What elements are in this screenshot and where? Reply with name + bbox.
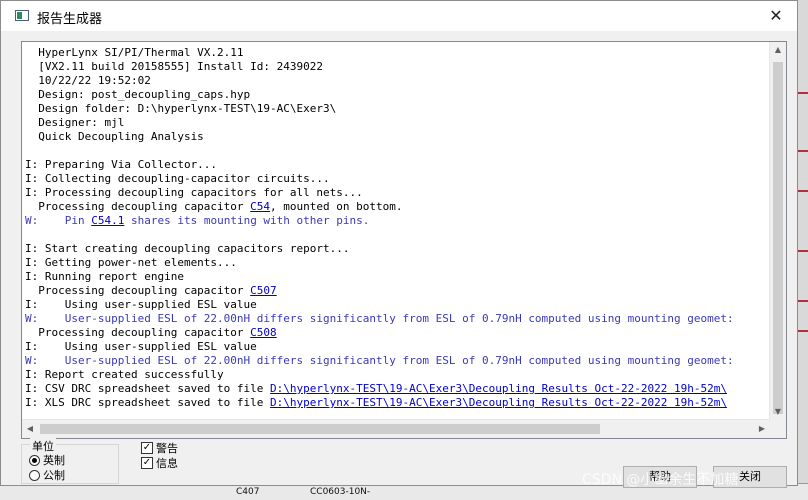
log-line: 10/22/22 19:52:02 [25, 74, 151, 87]
units-group: 单位 英制 公制 [21, 438, 119, 484]
log-line: I: Processing decoupling capacitors for … [25, 186, 363, 199]
log-line: Design: post_decoupling_caps.hyp [25, 88, 251, 101]
log-line: HyperLynx SI/PI/Thermal VX.2.11 [25, 46, 244, 59]
vertical-scroll-thumb[interactable] [773, 62, 783, 414]
radio-unselected-icon [29, 469, 40, 481]
vertical-scrollbar[interactable]: ▲ ▼ [769, 42, 786, 420]
log-line: I: Report created successfully [25, 368, 224, 381]
log-line-text: shares its mounting with other pins. [124, 214, 370, 227]
log-line: I: Using user-supplied ESL value [25, 298, 257, 311]
log-line: I: Collecting decoupling-capacitor circu… [25, 172, 330, 185]
log-line: I: CSV DRC spreadsheet saved to file D:\… [25, 382, 770, 396]
log-line-warning: W: User-supplied ESL of 22.00nH differs … [25, 312, 734, 325]
horizontal-scroll-thumb[interactable] [40, 424, 600, 434]
log-line: [VX2.11 build 20158555] Install Id: 2439… [25, 60, 324, 73]
units-metric-label: 公制 [43, 469, 65, 482]
log-line-text: Processing decoupling capacitor [25, 284, 251, 297]
info-checkbox-label: 信息 [156, 457, 178, 470]
log-line: Designer: mjl [25, 116, 125, 129]
scroll-right-arrow-icon[interactable]: ▶ [754, 420, 770, 438]
radio-selected-icon [29, 454, 40, 466]
log-line-warning: W: User-supplied ESL of 22.00nH differs … [25, 354, 734, 367]
scroll-down-arrow-icon[interactable]: ▼ [770, 404, 786, 420]
log-line: I: Getting power-net elements... [25, 256, 237, 269]
background-cell-part: CC0603-10N- [310, 487, 371, 497]
log-link[interactable]: C54 [250, 200, 270, 213]
report-generator-dialog: 报告生成器 ✕ HyperLynx SI/PI/Thermal VX.2.11 … [0, 0, 798, 488]
info-checkbox[interactable]: ✓ 信息 [141, 456, 178, 470]
scroll-up-arrow-icon[interactable]: ▲ [770, 42, 786, 58]
log-line: I: XLS DRC spreadsheet saved to file D:\… [25, 396, 770, 410]
log-line: I: Preparing Via Collector... [25, 158, 218, 171]
log-link[interactable]: D:\hyperlynx-TEST\19-AC\Exer3\Decoupling… [270, 382, 727, 395]
units-metric-radio[interactable]: 公制 [29, 468, 65, 482]
units-imperial-radio[interactable]: 英制 [29, 453, 65, 467]
scroll-left-arrow-icon[interactable]: ◀ [22, 420, 38, 438]
log-line: Design folder: D:\hyperlynx-TEST\19-AC\E… [25, 102, 337, 115]
log-link[interactable]: C54.1 [91, 214, 124, 227]
log-line: I: Running report engine [25, 270, 184, 283]
scrollbar-corner [770, 420, 786, 438]
log-line: Quick Decoupling Analysis [25, 130, 204, 143]
log-link[interactable]: D:\hyperlynx-TEST\19-AC\Exer3\Decoupling… [270, 396, 727, 409]
close-window-button[interactable]: ✕ [765, 5, 787, 27]
log-line: I: Start creating decoupling capacitors … [25, 242, 350, 255]
report-log-panel[interactable]: HyperLynx SI/PI/Thermal VX.2.11 [VX2.11 … [21, 41, 787, 439]
log-line-text: Processing decoupling capacitor [25, 326, 251, 339]
log-line-text: W: Pin [25, 214, 92, 227]
units-imperial-label: 英制 [43, 454, 65, 467]
window-app-icon [15, 10, 29, 21]
log-line-text: , mounted on bottom. [270, 200, 403, 213]
log-line-text: I: CSV DRC spreadsheet saved to file [25, 382, 271, 395]
log-line: Processing decoupling capacitor C507 [25, 284, 770, 298]
horizontal-scrollbar[interactable]: ◀ ▶ [22, 419, 770, 438]
csdn-watermark: CSDN @小幽余生不加糖 [582, 472, 739, 488]
log-link[interactable]: C508 [250, 326, 277, 339]
checkbox-checked-icon: ✓ [141, 442, 153, 454]
log-line: Processing decoupling capacitor C54, mou… [25, 200, 770, 214]
log-line: Processing decoupling capacitor C508 [25, 326, 770, 340]
report-log-text: HyperLynx SI/PI/Thermal VX.2.11 [VX2.11 … [25, 46, 770, 420]
title-bar[interactable]: 报告生成器 ✕ [1, 1, 797, 31]
checkbox-checked-icon: ✓ [141, 457, 153, 469]
log-line-text: I: XLS DRC spreadsheet saved to file [25, 396, 271, 409]
log-line: I: Using user-supplied ESL value [25, 340, 257, 353]
warnings-checkbox[interactable]: ✓ 警告 [141, 441, 178, 455]
window-title: 报告生成器 [37, 12, 103, 27]
background-cell-refdes: C407 [236, 487, 260, 497]
warnings-checkbox-label: 警告 [156, 442, 178, 455]
log-line-text: Processing decoupling capacitor [25, 200, 251, 213]
log-line-warning: W: Pin C54.1 shares its mounting with ot… [25, 214, 770, 228]
log-link[interactable]: C507 [250, 284, 277, 297]
